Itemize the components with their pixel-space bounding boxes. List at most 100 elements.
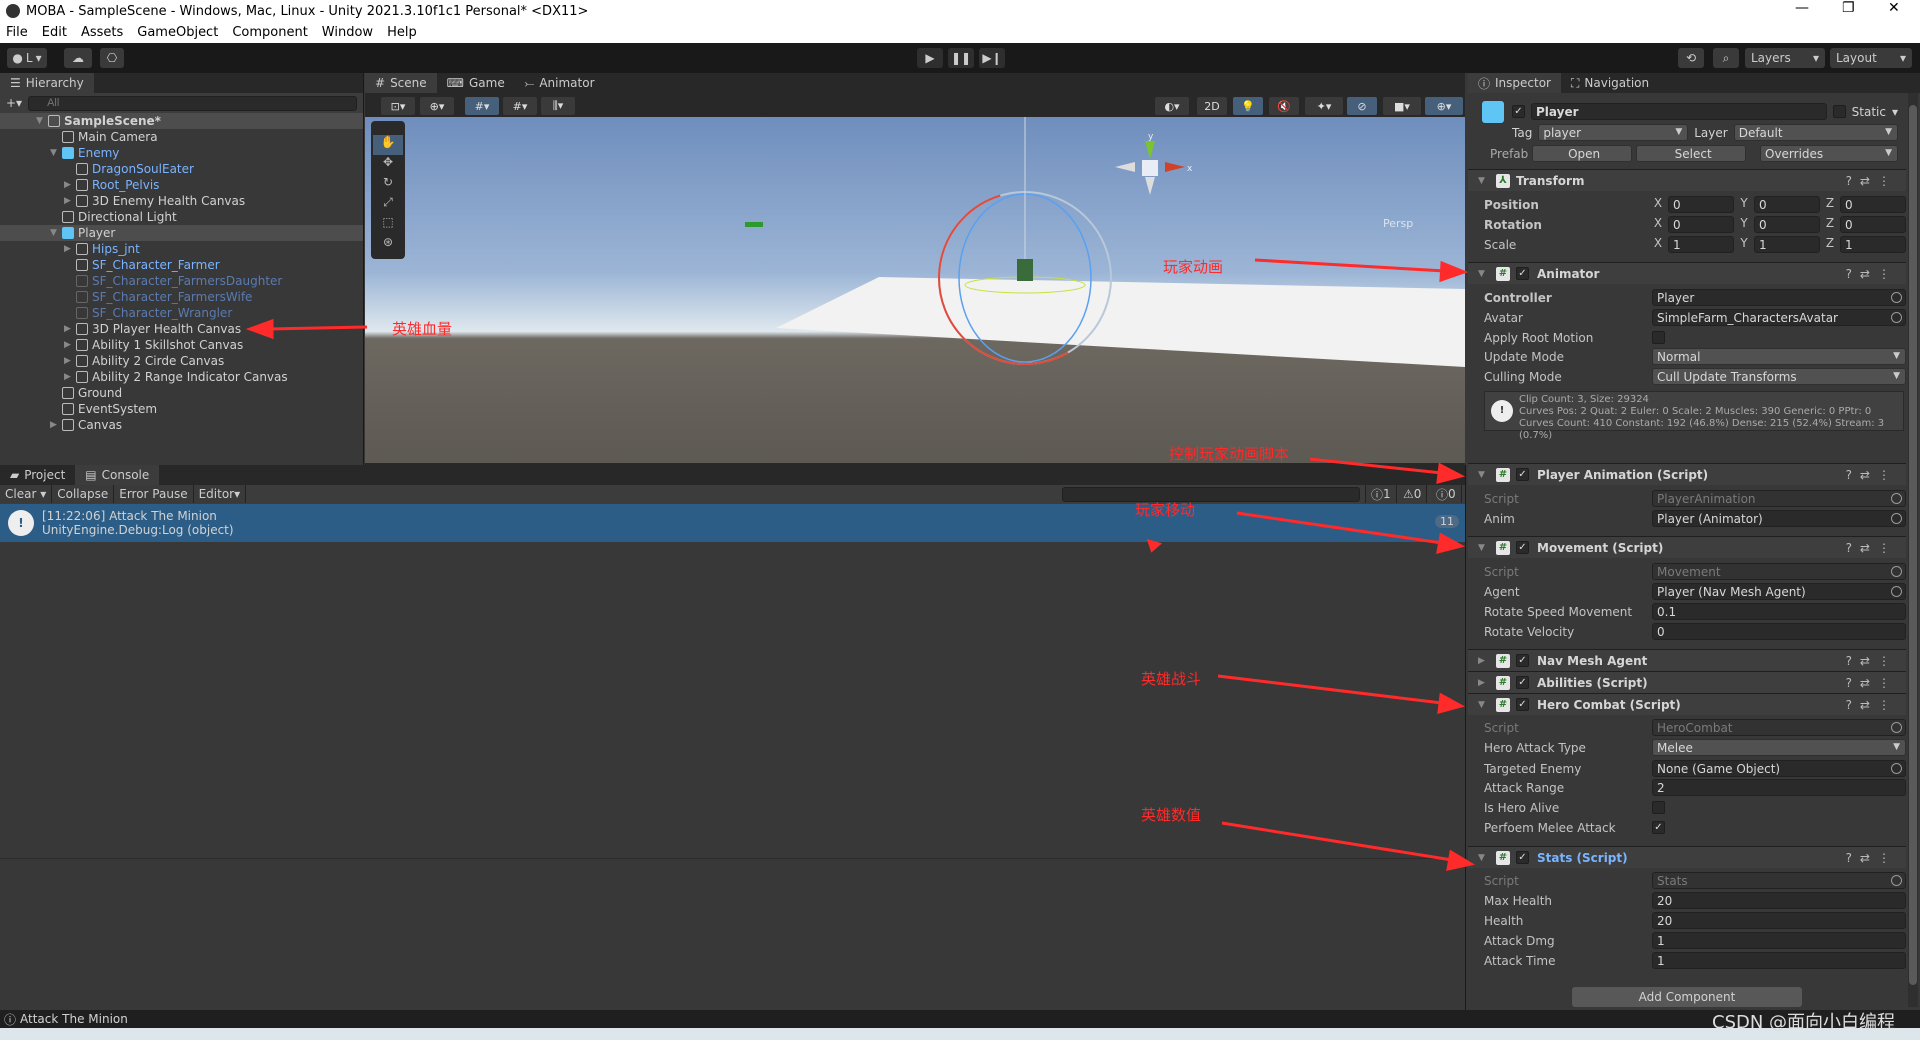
console-entry[interactable]: ! [11:22:06] Attack The Minion UnityEngi… [0,504,1465,542]
menu-gameobject[interactable]: GameObject [137,25,218,40]
history-icon[interactable]: ⟲ [1678,48,1704,68]
collapse-button[interactable]: Collapse [52,485,115,503]
abilities-header[interactable]: ▶ # ✓ Abilities (Script) ?⇄⋮ [1468,671,1906,693]
hidden-objects-toggle[interactable]: ⊘ [1347,97,1377,115]
inspector-scrollbar[interactable] [1908,93,1918,1007]
menu-file[interactable]: File [6,25,28,40]
clear-button[interactable]: Clear ▾ [0,485,53,503]
hierarchy-item[interactable]: ▶ 3D Player Health Canvas [0,321,363,337]
effects-dropdown[interactable]: ✦▾ [1305,97,1343,115]
account-button[interactable]: ● L ▾ [7,48,47,68]
foldout-arrow-icon[interactable]: ▼ [1478,700,1492,710]
layer-dropdown[interactable]: Default ▼ [1733,124,1898,141]
static-checkbox[interactable] [1832,105,1846,118]
hierarchy-item[interactable]: ▶ Ability 1 Skillshot Canvas [0,337,363,353]
global-dropdown[interactable]: ⊕▾ [420,97,454,115]
rotation-x-field[interactable]: 0 [1668,216,1734,233]
position-y-field[interactable]: 0 [1754,196,1820,213]
enabled-checkbox[interactable]: ✓ [1516,698,1529,711]
scale-x-field[interactable]: 1 [1668,236,1734,253]
audio-toggle[interactable]: 🔇 [1269,97,1299,115]
tag-dropdown[interactable]: player ▼ [1538,124,1689,141]
search-icon[interactable]: ⌕ [1713,48,1739,68]
error-count-toggle[interactable]: ⓘ 0 [1431,485,1462,503]
value-field[interactable]: 2 [1652,779,1906,796]
align-button[interactable]: ⫼▾ [541,97,575,115]
menu-window[interactable]: Window [322,25,373,40]
value-field[interactable]: 1 [1652,932,1906,949]
expand-arrow-icon[interactable]: ▶ [50,420,62,430]
prefab-open-button[interactable]: Open [1532,145,1633,162]
foldout-arrow-icon[interactable]: ▶ [1478,656,1492,666]
value-field[interactable]: 1 [1652,952,1906,969]
status-bar[interactable]: ⓘ Attack The Minion [0,1010,1920,1028]
lighting-toggle[interactable]: 💡 [1233,97,1263,115]
menu-component[interactable]: Component [232,25,307,40]
dropdown-field[interactable]: Normal ▼ [1652,348,1906,365]
movement-header[interactable]: ▼ # ✓ Movement (Script) ?⇄⋮ [1468,536,1906,558]
foldout-arrow-icon[interactable]: ▼ [1478,269,1492,279]
hierarchy-item[interactable]: Directional Light [0,209,363,225]
expand-arrow-icon[interactable]: ▶ [64,324,76,334]
grid-snap-button[interactable]: #▾ [465,97,499,115]
checkbox[interactable] [1652,331,1665,344]
component-tools-icons[interactable]: ?⇄⋮ [1846,541,1898,555]
dropdown-field[interactable]: Cull Update Transforms ▼ [1652,368,1906,385]
tab-animator[interactable]: ⤚ Animator [515,73,605,93]
layout-dropdown[interactable]: Layout ▾ [1830,48,1912,68]
draw-mode-dropdown[interactable]: ⊡▾ [381,97,415,115]
hierarchy-item[interactable]: SF_Character_Wrangler [0,305,363,321]
hierarchy-item[interactable]: ▶ Ability 2 Cirde Canvas [0,353,363,369]
value-field[interactable]: 20 [1652,912,1906,929]
object-picker-icon[interactable] [1891,763,1902,774]
hierarchy-item[interactable]: ▶ 3D Enemy Health Canvas [0,193,363,209]
hero-combat-header[interactable]: ▼ # ✓ Hero Combat (Script) ?⇄⋮ [1468,693,1906,715]
static-dropdown[interactable]: ▾ [1892,105,1898,119]
hierarchy-item[interactable]: ▼ SampleScene* [0,113,363,129]
foldout-arrow-icon[interactable]: ▼ [1478,176,1492,186]
menu-edit[interactable]: Edit [42,25,67,40]
add-component-button[interactable]: Add Component [1572,987,1802,1007]
player-animation-header[interactable]: ▼ # ✓ Player Animation (Script) ?⇄⋮ [1468,463,1906,485]
foldout-arrow-icon[interactable]: ▼ [1478,543,1492,553]
rotation-y-field[interactable]: 0 [1754,216,1820,233]
maximize-button[interactable]: ❐ [1842,0,1855,16]
hierarchy-item[interactable]: ▼ Player [0,225,363,241]
tab-project[interactable]: ▰ Project [0,465,75,485]
shading-dropdown[interactable]: ◐▾ [1155,97,1189,115]
tab-navigation[interactable]: ⛶ Navigation [1561,73,1659,93]
move-tool[interactable]: ✥ [371,155,405,175]
active-checkbox[interactable]: ✓ [1512,105,1525,118]
hierarchy-item[interactable]: EventSystem [0,401,363,417]
hierarchy-item[interactable]: ▶ Canvas [0,417,363,433]
2d-toggle[interactable]: 2D [1197,97,1227,115]
cloud-icon[interactable]: ☁ [64,48,92,68]
object-field[interactable]: Player (Nav Mesh Agent) [1652,583,1906,600]
value-field[interactable]: 20 [1652,892,1906,909]
nav-mesh-agent-header[interactable]: ▶ # ✓ Nav Mesh Agent ?⇄⋮ [1468,649,1906,671]
component-tools-icons[interactable]: ?⇄⋮ [1846,654,1898,668]
layers-dropdown[interactable]: Layers ▾ [1745,48,1825,68]
enabled-checkbox[interactable]: ✓ [1516,654,1529,667]
position-x-field[interactable]: 0 [1668,196,1734,213]
expand-arrow-icon[interactable]: ▼ [50,228,62,238]
expand-arrow-icon[interactable]: ▼ [36,116,48,126]
transform-tool[interactable]: ⊛ [371,235,405,255]
hand-tool[interactable]: ✋ [373,135,403,155]
object-name-input[interactable]: Player [1531,103,1827,120]
step-button[interactable]: ▶❙ [979,48,1005,68]
hierarchy-item[interactable]: ▶ Ability 2 Range Indicator Canvas [0,369,363,385]
tab-scene[interactable]: # Scene [365,73,437,93]
minimize-button[interactable]: — [1795,0,1809,16]
checkbox[interactable]: ✓ [1652,821,1665,834]
persp-label[interactable]: Persp [1383,217,1413,230]
object-field[interactable]: None (Game Object) [1652,760,1906,777]
tab-hierarchy[interactable]: ☰ Hierarchy [0,73,94,93]
dropdown-field[interactable]: Melee ▼ [1652,739,1906,756]
foldout-arrow-icon[interactable]: ▶ [1478,678,1492,688]
hierarchy-item[interactable]: DragonSoulEater [0,161,363,177]
enabled-checkbox[interactable]: ✓ [1516,676,1529,689]
component-tools-icons[interactable]: ?⇄⋮ [1846,676,1898,690]
tab-console[interactable]: ▤ Console [75,465,160,485]
value-field[interactable]: 0.1 [1652,603,1906,620]
